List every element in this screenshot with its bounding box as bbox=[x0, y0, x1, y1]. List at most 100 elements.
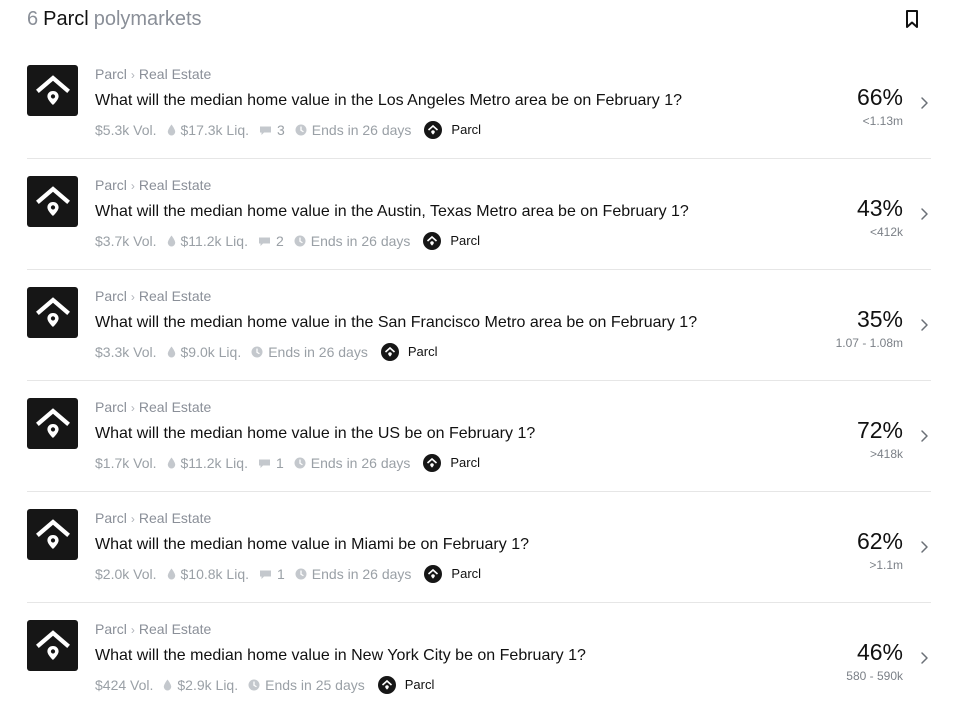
parcl-logo-icon[interactable] bbox=[27, 287, 78, 338]
creator-avatar-icon bbox=[380, 343, 399, 361]
liquidity-value: $11.2k Liq. bbox=[180, 455, 248, 471]
breadcrumb-separator-icon: › bbox=[130, 68, 135, 82]
market-meta: $424 Vol. $2.9k Liq. Ends in 25 days Par… bbox=[95, 676, 434, 694]
ends-text: Ends in 26 days bbox=[311, 122, 412, 138]
creator-avatar-icon bbox=[423, 454, 442, 472]
market-question[interactable]: What will the median home value in the S… bbox=[95, 313, 697, 333]
parcl-logo-icon[interactable] bbox=[27, 398, 78, 449]
header-suffix: polymarkets bbox=[93, 8, 202, 30]
outcome-percent: 43% bbox=[856, 195, 903, 221]
outcome-percent: 62% bbox=[856, 528, 903, 554]
ends: Ends in 25 days bbox=[248, 676, 365, 694]
outcome-percent: 35% bbox=[856, 306, 903, 332]
comment-bubble-icon bbox=[260, 570, 271, 579]
market-meta: $3.3k Vol. $9.0k Liq. Ends in 26 days Pa… bbox=[95, 343, 437, 361]
market-question[interactable]: What will the median home value in New Y… bbox=[95, 646, 586, 666]
bookmark-icon[interactable] bbox=[903, 9, 921, 29]
comments-count: 3 bbox=[277, 122, 285, 138]
market-row[interactable]: Parcl › Real Estate What will the median h… bbox=[27, 159, 931, 270]
breadcrumb-parcl[interactable]: Parcl bbox=[95, 288, 127, 304]
breadcrumb-category[interactable]: Real Estate bbox=[139, 399, 211, 415]
breadcrumb-separator-icon: › bbox=[130, 623, 135, 637]
brand-name: Parcl bbox=[43, 8, 89, 30]
chevron-right-icon[interactable] bbox=[919, 96, 929, 110]
ends-text: Ends in 26 days bbox=[310, 455, 411, 471]
market-question[interactable]: What will the median home value in the L… bbox=[95, 91, 682, 111]
breadcrumb-category[interactable]: Real Estate bbox=[139, 288, 211, 304]
creator[interactable]: Parcl bbox=[377, 676, 435, 694]
parcl-logo-icon[interactable] bbox=[27, 176, 78, 227]
creator[interactable]: Parcl bbox=[380, 343, 437, 361]
breadcrumb: Parcl › Real Estate bbox=[95, 177, 211, 194]
liquidity: $17.3k Liq. bbox=[167, 121, 249, 139]
volume: $3.7k Vol. bbox=[95, 233, 157, 249]
ends: Ends in 26 days bbox=[295, 565, 411, 583]
droplet-icon bbox=[167, 346, 175, 358]
market-question[interactable]: What will the median home value in the A… bbox=[95, 202, 689, 222]
chevron-right-icon[interactable] bbox=[919, 207, 929, 221]
creator[interactable]: Parcl bbox=[423, 454, 480, 472]
creator[interactable]: Parcl bbox=[424, 121, 481, 139]
parcl-logo-icon[interactable] bbox=[27, 65, 78, 116]
market-meta: $5.3k Vol. $17.3k Liq. 3 Ends in 26 days… bbox=[95, 121, 481, 139]
market-count: 6 bbox=[27, 8, 39, 30]
droplet-icon bbox=[167, 124, 175, 136]
breadcrumb: Parcl › Real Estate bbox=[95, 510, 211, 527]
comments[interactable]: 3 bbox=[259, 121, 285, 139]
market-question[interactable]: What will the median home value in the U… bbox=[95, 424, 535, 444]
chevron-right-icon[interactable] bbox=[919, 429, 929, 443]
market-row[interactable]: Parcl › Real Estate What will the median h… bbox=[27, 270, 931, 381]
creator-name: Parcl bbox=[451, 122, 482, 137]
breadcrumb-parcl[interactable]: Parcl bbox=[95, 66, 127, 82]
liquidity: $2.9k Liq. bbox=[163, 676, 238, 694]
ends: Ends in 26 days bbox=[295, 121, 412, 139]
parcl-logo-icon[interactable] bbox=[27, 620, 78, 671]
market-question[interactable]: What will the median home value in Miami… bbox=[95, 535, 529, 555]
clock-icon bbox=[251, 346, 263, 358]
outcome-percent: 46% bbox=[856, 639, 903, 665]
chevron-right-icon[interactable] bbox=[919, 651, 929, 665]
breadcrumb-category[interactable]: Real Estate bbox=[139, 66, 211, 82]
market-row[interactable]: Parcl › Real Estate What will the median h… bbox=[27, 603, 931, 713]
clock-icon bbox=[294, 457, 306, 469]
market-meta: $3.7k Vol. $11.2k Liq. 2 Ends in 26 days… bbox=[95, 232, 480, 250]
comments[interactable]: 1 bbox=[259, 565, 285, 583]
clock-icon bbox=[295, 124, 307, 136]
outcome-percent: 66% bbox=[856, 84, 903, 110]
creator-name: Parcl bbox=[450, 455, 481, 470]
droplet-icon bbox=[164, 679, 172, 691]
comments[interactable]: 2 bbox=[258, 232, 284, 250]
breadcrumb-separator-icon: › bbox=[130, 290, 135, 304]
comments[interactable]: 1 bbox=[258, 454, 284, 472]
creator[interactable]: Parcl bbox=[424, 565, 481, 583]
breadcrumb-category[interactable]: Real Estate bbox=[139, 510, 211, 526]
creator-avatar-icon bbox=[424, 565, 443, 583]
market-row[interactable]: Parcl › Real Estate What will the median h… bbox=[27, 48, 931, 159]
chevron-right-icon[interactable] bbox=[919, 318, 929, 332]
creator-name: Parcl bbox=[404, 677, 435, 692]
outcome-label: <412k bbox=[869, 225, 903, 239]
liquidity: $9.0k Liq. bbox=[167, 343, 241, 361]
market-row[interactable]: Parcl › Real Estate What will the median h… bbox=[27, 381, 931, 492]
breadcrumb-parcl[interactable]: Parcl bbox=[95, 621, 127, 637]
parcl-markets-page: 6 Parcl polymarkets Parcl › Real Estate What… bbox=[0, 0, 953, 714]
liquidity: $10.8k Liq. bbox=[167, 565, 249, 583]
ends-text: Ends in 26 days bbox=[268, 344, 368, 360]
breadcrumb-separator-icon: › bbox=[130, 179, 135, 193]
ends: Ends in 26 days bbox=[251, 343, 368, 361]
clock-icon bbox=[295, 568, 307, 580]
comments-count: 1 bbox=[275, 455, 284, 471]
breadcrumb-parcl[interactable]: Parcl bbox=[95, 399, 127, 415]
breadcrumb-parcl[interactable]: Parcl bbox=[95, 177, 127, 193]
breadcrumb-parcl[interactable]: Parcl bbox=[95, 510, 127, 526]
volume: $1.7k Vol. bbox=[95, 455, 157, 471]
breadcrumb-category[interactable]: Real Estate bbox=[139, 621, 211, 637]
parcl-logo-icon[interactable] bbox=[27, 509, 78, 560]
ends: Ends in 26 days bbox=[294, 454, 411, 472]
page-header: 6 Parcl polymarkets bbox=[27, 6, 202, 34]
market-meta: $2.0k Vol. $10.8k Liq. 1 Ends in 26 days… bbox=[95, 565, 481, 583]
creator[interactable]: Parcl bbox=[423, 232, 480, 250]
chevron-right-icon[interactable] bbox=[919, 540, 929, 554]
market-row[interactable]: Parcl › Real Estate What will the median h… bbox=[27, 492, 931, 603]
breadcrumb-category[interactable]: Real Estate bbox=[139, 177, 211, 193]
